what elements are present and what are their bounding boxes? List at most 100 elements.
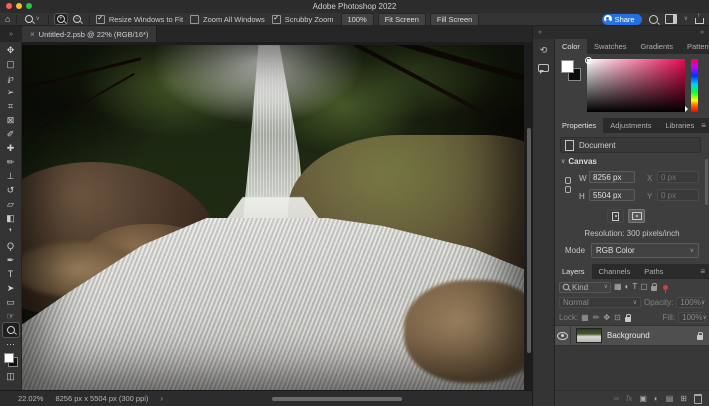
filter-type-layers-icon[interactable]: T [632,283,637,291]
lock-transparent-pixels-icon[interactable]: ▦ [581,313,589,322]
tool-crop-button[interactable]: ⌗ [3,99,19,113]
fit-screen-button[interactable]: Fit Screen [378,13,426,26]
y-field[interactable]: 0 px [657,189,699,201]
layer-visibility-cell[interactable] [555,326,571,345]
tool-hand-button[interactable]: ☞ [3,309,19,323]
filter-adjustment-layers-icon[interactable]: ◐ [625,283,630,291]
tool-frame-button[interactable]: ⊠ [3,113,19,127]
share-button[interactable]: Share [602,14,642,25]
home-icon[interactable]: ⌂ [5,15,10,24]
new-group-icon[interactable]: ▤ [666,394,674,403]
lock-image-pixels-icon[interactable]: ✏ [593,313,600,322]
tool-zoom-button[interactable] [3,323,19,337]
landscape-orientation-button[interactable] [628,209,645,223]
zoom-level-field[interactable]: 22.02% [18,394,43,403]
zoom-in-button[interactable] [55,14,67,24]
tool-gradient-button[interactable]: ◧ [3,211,19,225]
tool-rectangular-marquee-button[interactable]: ▢ [3,57,19,71]
tool-pen-button[interactable]: ✒ [3,253,19,267]
fill-screen-button[interactable]: Fill Screen [430,13,479,26]
search-icon[interactable] [649,15,658,24]
tool-blur-button[interactable]: ❜ [3,225,19,239]
tab-gradients[interactable]: Gradients [633,39,680,54]
properties-scrollbar[interactable] [705,159,708,205]
tab-swatches[interactable]: Swatches [587,39,634,54]
delete-layer-icon[interactable] [694,394,702,404]
filter-pixel-layers-icon[interactable]: ▦ [614,283,622,291]
lock-all-icon[interactable] [625,317,631,322]
collapse-dock-icon[interactable]: » [700,29,704,36]
tool-lasso-button[interactable]: ℘ [3,71,19,85]
panel-menu-icon[interactable]: ≡ [700,267,709,276]
foreground-background-colors[interactable] [4,353,18,367]
tool-move-button[interactable]: ✥ [3,43,19,57]
width-field[interactable]: 8256 px [589,171,635,183]
zoom-out-button[interactable] [71,14,83,24]
tool-history-brush-button[interactable]: ↺ [3,183,19,197]
horizontal-scrollbar[interactable] [272,397,402,401]
zoom-100-button[interactable]: 100% [341,13,374,26]
opacity-field[interactable]: 100% ∨ [676,297,703,308]
layer-thumbnail[interactable] [576,328,602,343]
edit-toolbar-button[interactable]: ⋯ [3,337,19,351]
layer-row-background[interactable]: Background [555,325,709,346]
tool-shape-button[interactable]: ▭ [3,295,19,309]
tool-brush-button[interactable]: ✏ [3,155,19,169]
tool-type-button[interactable]: T [3,267,19,281]
screen-mode-button[interactable]: ◫ [3,369,19,383]
filter-shape-layers-icon[interactable]: ▢ [640,283,648,291]
canvas-section-header[interactable]: ∨ Canvas [561,157,597,166]
add-layer-mask-icon[interactable]: ▣ [639,394,647,403]
tool-clone-stamp-button[interactable]: ⊥ [3,169,19,183]
status-chevron-icon[interactable]: › [160,395,163,403]
tab-adjustments[interactable]: Adjustments [603,118,658,133]
tool-object-selection-button[interactable]: ➢ [3,85,19,99]
zoom-all-windows-checkbox[interactable] [190,15,199,24]
panel-menu-icon[interactable]: ≡ [701,121,709,130]
tool-eraser-button[interactable]: ▱ [3,197,19,211]
document-properties-row[interactable]: Document [560,137,701,153]
comments-panel-icon[interactable] [538,64,549,72]
tab-patterns[interactable]: Patterns [680,39,709,54]
tool-eyedropper-button[interactable]: ✐ [3,127,19,141]
tab-libraries[interactable]: Libraries [658,118,701,133]
tool-path-selection-button[interactable]: ➤ [3,281,19,295]
resize-windows-to-fit-checkbox[interactable]: ✓ [96,15,105,24]
link-dimensions-icon[interactable] [565,177,571,193]
toolbar-collapse-icon[interactable]: » [0,26,22,42]
tab-layers[interactable]: Layers [555,264,592,279]
color-field[interactable] [587,59,685,112]
close-tab-icon[interactable]: × [30,30,35,39]
zoom-tool-preset[interactable]: ∨ [23,14,41,24]
hue-slider[interactable] [691,59,698,112]
new-adjustment-layer-icon[interactable]: ◐ [654,394,659,403]
scrubby-zoom-checkbox[interactable]: ✓ [272,15,281,24]
expand-dock-icon[interactable]: « [538,29,542,36]
document-tab[interactable]: × Untitled-2.psb @ 22% (RGB/16*) [22,26,157,42]
layer-style-icon[interactable]: fx [626,394,632,403]
lock-artboard-icon[interactable]: ⊡ [614,313,621,322]
lock-position-icon[interactable]: ✥ [603,313,610,322]
vertical-scrollbar[interactable] [527,128,531,353]
link-layers-icon[interactable]: ∞ [613,394,619,403]
x-field[interactable]: 0 px [657,171,699,183]
foreground-color-swatch[interactable] [561,60,574,73]
tool-spot-healing-brush-button[interactable]: ✚ [3,141,19,155]
layer-filtering-toggle[interactable] [663,285,668,290]
new-layer-icon[interactable]: ⊞ [680,394,687,403]
canvas-image[interactable] [22,45,524,390]
portrait-orientation-button[interactable] [607,209,624,223]
tab-properties[interactable]: Properties [555,118,603,133]
export-share-icon[interactable] [695,18,704,24]
filter-locked-layers-icon[interactable] [651,286,657,291]
tab-color[interactable]: Color [555,39,587,54]
fill-field[interactable]: 100% ∨ [678,312,705,323]
blend-mode-dropdown[interactable]: Normal ∨ [559,297,641,308]
workspace-switcher-icon[interactable] [665,14,677,24]
history-panel-icon[interactable]: ⟲ [540,46,548,55]
height-field[interactable]: 5504 px [589,189,635,201]
tool-dodge-button[interactable]: Ϙ [3,239,19,253]
tab-paths[interactable]: Paths [637,264,670,279]
foreground-color-swatch[interactable] [4,353,14,363]
color-mode-dropdown[interactable]: RGB Color ∨ [591,243,699,258]
